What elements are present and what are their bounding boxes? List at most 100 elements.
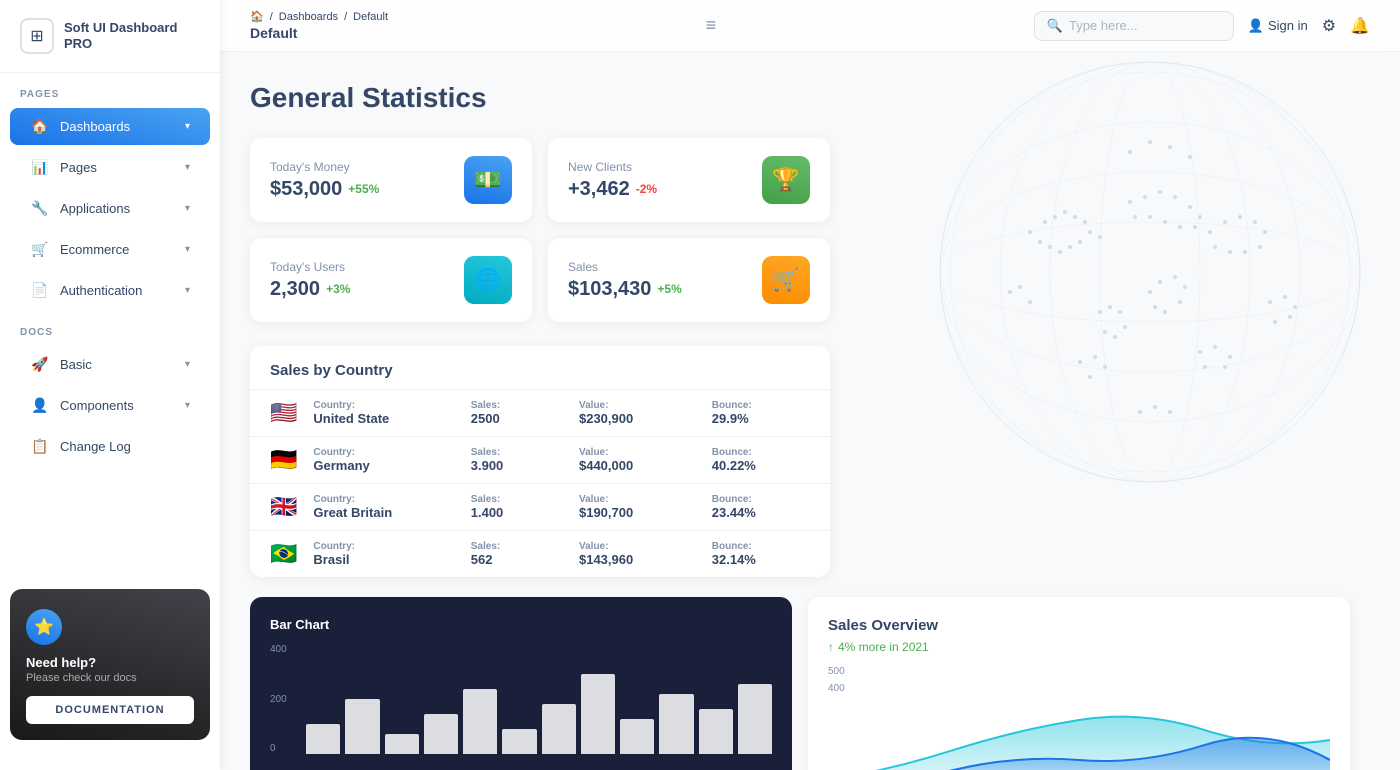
col-label: Country:	[313, 447, 460, 458]
stat-change-clients: -2%	[636, 182, 657, 196]
stat-info-sales: Sales $103,430 +5%	[568, 260, 682, 301]
bar-chart-card: Bar Chart 400 200 0	[250, 597, 792, 770]
sidebar-item-components[interactable]: 👤 Components ▾	[10, 387, 210, 424]
bar-item	[502, 729, 536, 754]
documentation-button[interactable]: DOCUMENTATION	[26, 696, 194, 724]
value-col-us: Value: $230,900	[579, 400, 702, 426]
bar-item	[345, 699, 379, 754]
dollar-value-de: $440,000	[579, 458, 702, 473]
col-label: Sales:	[471, 494, 569, 505]
logo-title: Soft UI Dashboard PRO	[64, 20, 200, 51]
search-icon: 🔍	[1047, 18, 1063, 34]
line-chart-area	[828, 700, 1330, 770]
ecommerce-icon: 🛒	[30, 241, 50, 258]
help-star-icon: ⭐	[26, 609, 62, 645]
main-area: 🏠 / Dashboards / Default Default ≡ 🔍 👤 S…	[220, 0, 1400, 770]
sales-by-country-card: Sales by Country 🇺🇸 Country: United Stat…	[250, 346, 830, 577]
sales-overview-card: Sales Overview ↑ 4% more in 2021 500 400	[808, 597, 1350, 770]
country-col-br: Country: Brasil	[313, 541, 460, 567]
globe-decoration: // Inline dot pattern	[820, 52, 1400, 552]
bounce-value-gb: 23.44%	[712, 505, 810, 520]
stat-label-sales: Sales	[568, 260, 682, 274]
stat-info-money: Today's Money $53,000 +55%	[270, 160, 379, 201]
stat-card-money: Today's Money $53,000 +55% 💵	[250, 138, 532, 222]
y-label-200: 200	[270, 694, 298, 705]
col-label: Value:	[579, 400, 702, 411]
sidebar-item-applications[interactable]: 🔧 Applications ▾	[10, 190, 210, 227]
country-col-gb: Country: Great Britain	[313, 494, 460, 520]
bar-item	[385, 734, 419, 754]
table-row: 🇩🇪 Country: Germany Sales: 3.900 Value: …	[250, 436, 830, 483]
chevron-down-icon: ▾	[185, 359, 190, 370]
stat-value-money: $53,000 +55%	[270, 178, 379, 201]
value-col-de: Value: $440,000	[579, 447, 702, 473]
sidebar-item-pages[interactable]: 📊 Pages ▾	[10, 149, 210, 186]
col-label: Value:	[579, 447, 702, 458]
sales-col-br: Sales: 562	[471, 541, 569, 567]
bounce-value-br: 32.14%	[712, 552, 810, 567]
chevron-down-icon: ▾	[185, 203, 190, 214]
topbar-right: 🔍 👤 Sign in ⚙ 🔔	[1034, 11, 1370, 41]
bar-item	[699, 709, 733, 754]
stat-card-users: Today's Users 2,300 +3% 🌐	[250, 238, 532, 322]
up-arrow-icon: ↑	[828, 640, 834, 654]
country-name-de: Germany	[313, 458, 460, 473]
sales-col-de: Sales: 3.900	[471, 447, 569, 473]
stat-icon-money: 💵	[464, 156, 512, 204]
country-name-gb: Great Britain	[313, 505, 460, 520]
sidebar-item-dashboards[interactable]: 🏠 Dashboards ▾	[10, 108, 210, 145]
section-label-docs: DOCS	[0, 311, 220, 344]
dashboards-icon: 🏠	[30, 118, 50, 135]
stat-value-users: 2,300 +3%	[270, 278, 350, 301]
col-label: Bounce:	[712, 447, 810, 458]
sidebar-item-label: Authentication	[60, 283, 142, 298]
topbar: 🏠 / Dashboards / Default Default ≡ 🔍 👤 S…	[220, 0, 1400, 52]
dollar-value-br: $143,960	[579, 552, 702, 567]
flag-us: 🇺🇸	[270, 400, 297, 426]
search-input[interactable]	[1069, 18, 1221, 33]
chevron-down-icon: ▾	[185, 121, 190, 132]
chevron-down-icon: ▾	[185, 162, 190, 173]
col-label: Bounce:	[712, 400, 810, 411]
stat-card-sales: Sales $103,430 +5% 🛒	[548, 238, 830, 322]
sign-in-button[interactable]: 👤 Sign in	[1248, 18, 1308, 34]
sidebar-item-label: Applications	[60, 201, 130, 216]
sidebar-item-authentication[interactable]: 📄 Authentication ▾	[10, 272, 210, 309]
sidebar-item-changelog[interactable]: 📋 Change Log	[10, 428, 210, 465]
sidebar-item-label: Basic	[60, 357, 92, 372]
search-box[interactable]: 🔍	[1034, 11, 1234, 41]
bar-item	[542, 704, 576, 754]
overview-title: Sales Overview	[828, 617, 1330, 634]
chevron-down-icon: ▾	[185, 244, 190, 255]
flag-gb: 🇬🇧	[270, 494, 297, 520]
hamburger-icon[interactable]: ≡	[698, 11, 725, 40]
breadcrumb-dashboards: Dashboards	[279, 11, 338, 23]
bar-item	[306, 724, 340, 754]
chevron-down-icon: ▾	[185, 400, 190, 411]
country-col-us: Country: United State	[313, 400, 460, 426]
value-col-br: Value: $143,960	[579, 541, 702, 567]
sidebar: ⊞ Soft UI Dashboard PRO PAGES 🏠 Dashboar…	[0, 0, 220, 770]
table-row: 🇧🇷 Country: Brasil Sales: 562 Value: $14…	[250, 530, 830, 577]
col-label: Value:	[579, 494, 702, 505]
bounce-value-de: 40.22%	[712, 458, 810, 473]
col-label: Country:	[313, 400, 460, 411]
sales-value-br: 562	[471, 552, 569, 567]
dollar-value-gb: $190,700	[579, 505, 702, 520]
user-icon: 👤	[1248, 18, 1264, 34]
section-label-pages: PAGES	[0, 73, 220, 106]
settings-icon[interactable]: ⚙	[1322, 16, 1336, 36]
bell-icon[interactable]: 🔔	[1350, 16, 1370, 36]
stat-info-clients: New Clients +3,462 -2%	[568, 160, 657, 201]
sidebar-item-label: Components	[60, 398, 134, 413]
basic-icon: 🚀	[30, 356, 50, 373]
breadcrumb-path: 🏠 / Dashboards / Default	[250, 10, 388, 23]
col-label: Country:	[313, 541, 460, 552]
sales-value-gb: 1.400	[471, 505, 569, 520]
sidebar-item-basic[interactable]: 🚀 Basic ▾	[10, 346, 210, 383]
applications-icon: 🔧	[30, 200, 50, 217]
bar-item	[738, 684, 772, 754]
sidebar-item-ecommerce[interactable]: 🛒 Ecommerce ▾	[10, 231, 210, 268]
changelog-icon: 📋	[30, 438, 50, 455]
sign-in-label: Sign in	[1268, 18, 1308, 33]
